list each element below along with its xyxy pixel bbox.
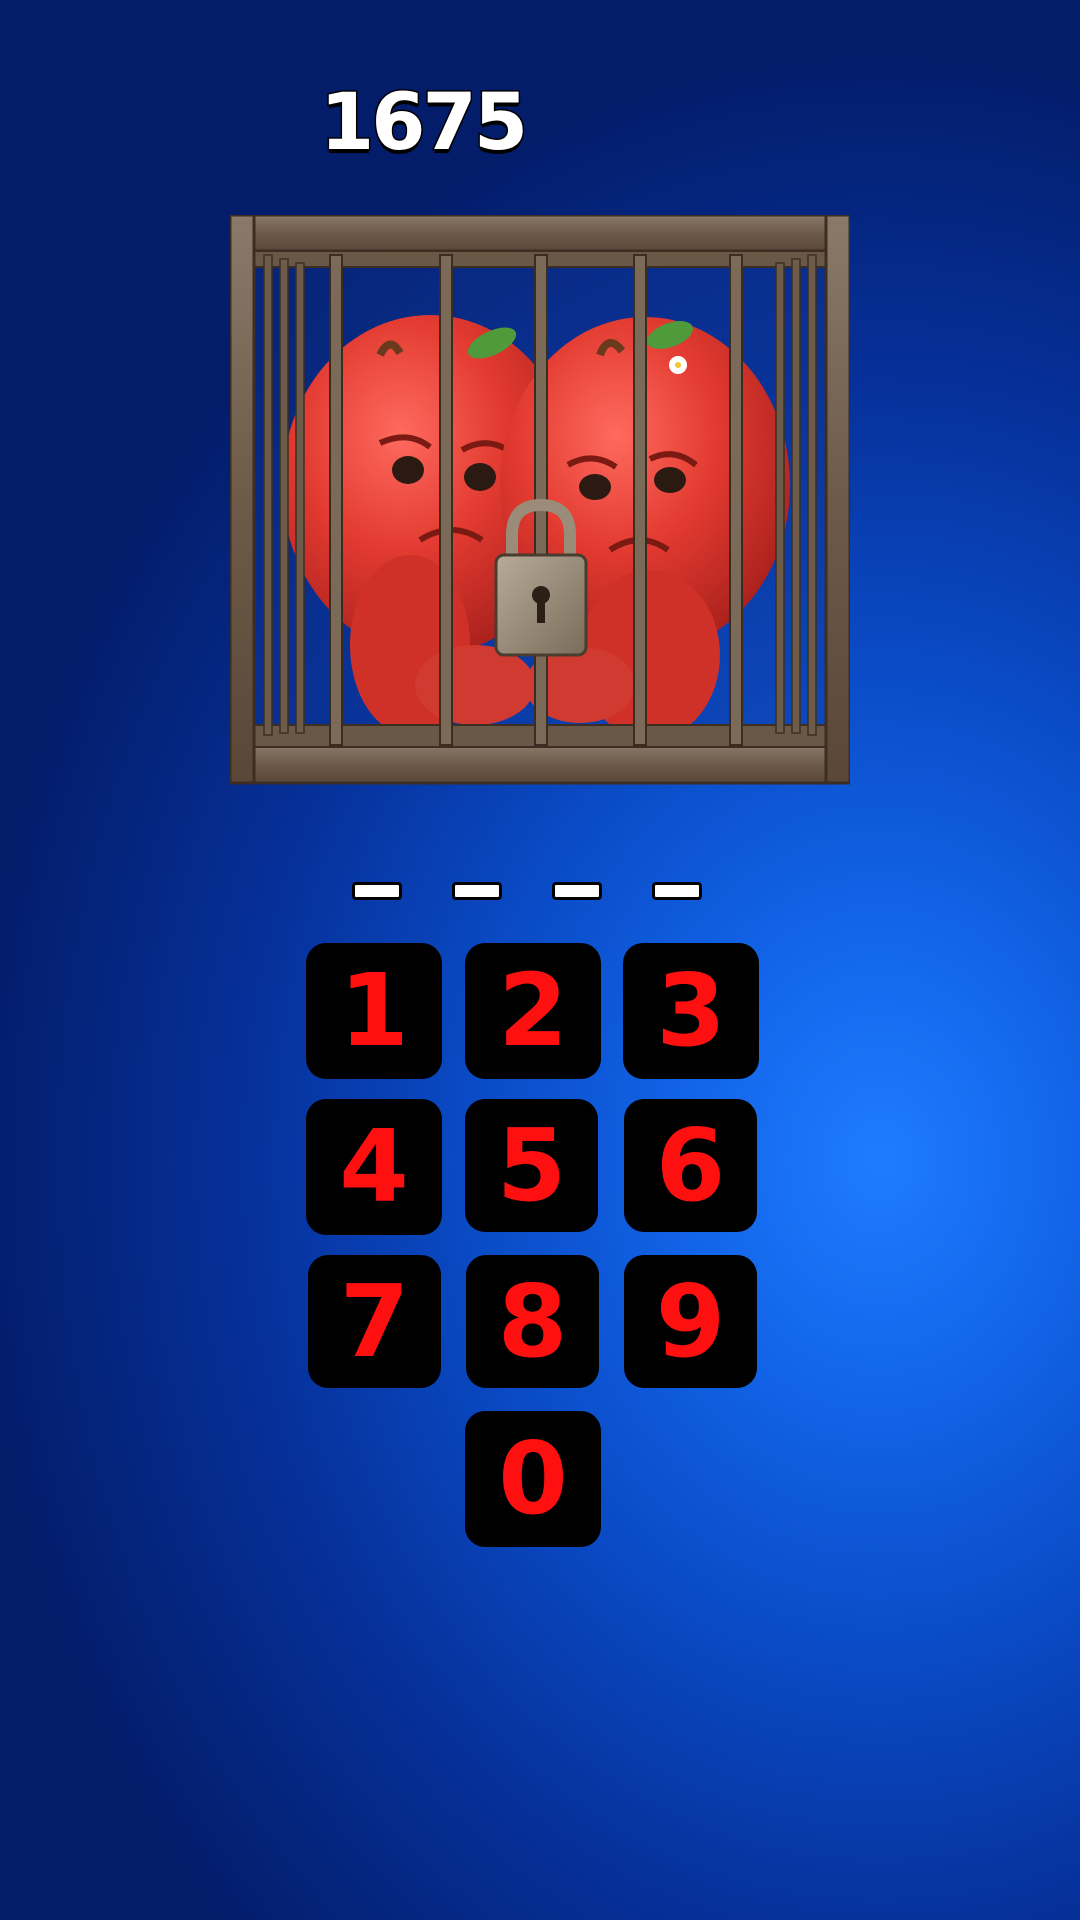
code-entry-slots xyxy=(352,882,712,902)
keypad-key-4[interactable]: 4 xyxy=(306,1099,442,1235)
keypad-key-7[interactable]: 7 xyxy=(308,1255,441,1388)
keypad-key-2[interactable]: 2 xyxy=(465,943,601,1079)
keypad-key-9[interactable]: 9 xyxy=(624,1255,757,1388)
keypad-key-3[interactable]: 3 xyxy=(623,943,759,1079)
keypad-key-5[interactable]: 5 xyxy=(465,1099,598,1232)
keypad-key-8[interactable]: 8 xyxy=(466,1255,599,1388)
keypad-key-0[interactable]: 0 xyxy=(465,1411,601,1547)
code-slot-3 xyxy=(552,882,602,900)
code-slot-4 xyxy=(652,882,702,900)
code-slot-1 xyxy=(352,882,402,900)
caged-apples-illustration xyxy=(230,215,850,785)
keypad-key-6[interactable]: 6 xyxy=(624,1099,757,1232)
code-slot-2 xyxy=(452,882,502,900)
score-display: 1675 xyxy=(319,77,530,170)
keypad-key-1[interactable]: 1 xyxy=(306,943,442,1079)
